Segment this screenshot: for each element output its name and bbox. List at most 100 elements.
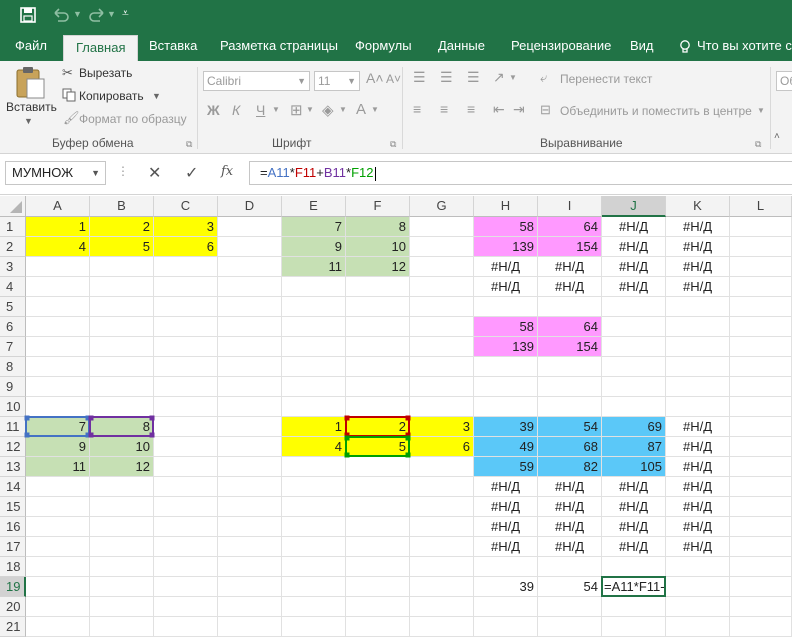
orientation-dropdown-icon[interactable]: ▼ (509, 73, 517, 82)
cancel-icon[interactable]: ✕ (148, 163, 161, 183)
clipboard-launcher-icon[interactable]: ⧉ (186, 139, 192, 150)
cell-h6[interactable]: 58 (474, 317, 538, 337)
cell-d12[interactable] (218, 437, 282, 457)
cell-c4[interactable] (154, 277, 218, 297)
column-header-l[interactable]: L (730, 196, 792, 217)
tab-page-layout[interactable]: Разметка страницы (220, 33, 338, 61)
cell-b8[interactable] (90, 357, 154, 377)
cell-f11[interactable]: 2 (346, 417, 410, 437)
cell-l14[interactable] (730, 477, 792, 497)
align-middle-icon[interactable]: ☰ (440, 69, 453, 86)
paste-dropdown-icon[interactable]: ▼ (24, 116, 33, 126)
cell-c21[interactable] (154, 617, 218, 637)
undo-icon[interactable] (52, 7, 72, 23)
underline-dropdown-icon[interactable]: ▼ (272, 105, 280, 114)
row-header-4[interactable]: 4 (0, 277, 26, 297)
cell-j3[interactable]: #Н/Д (602, 257, 666, 277)
cell-k7[interactable] (666, 337, 730, 357)
cell-g3[interactable] (410, 257, 474, 277)
cell-a2[interactable]: 4 (26, 237, 90, 257)
cell-j2[interactable]: #Н/Д (602, 237, 666, 257)
cell-k4[interactable]: #Н/Д (666, 277, 730, 297)
cell-i11[interactable]: 54 (538, 417, 602, 437)
cell-d14[interactable] (218, 477, 282, 497)
cell-h14[interactable]: #Н/Д (474, 477, 538, 497)
cell-e18[interactable] (282, 557, 346, 577)
cell-b13[interactable]: 12 (90, 457, 154, 477)
cell-i17[interactable]: #Н/Д (538, 537, 602, 557)
cell-k3[interactable]: #Н/Д (666, 257, 730, 277)
cell-b4[interactable] (90, 277, 154, 297)
cell-f7[interactable] (346, 337, 410, 357)
cell-f8[interactable] (346, 357, 410, 377)
cell-l1[interactable] (730, 217, 792, 237)
row-header-14[interactable]: 14 (0, 477, 26, 497)
format-painter-button[interactable]: Формат по образцу (79, 112, 187, 126)
cell-e10[interactable] (282, 397, 346, 417)
number-format-combo[interactable]: Об (776, 71, 792, 91)
cell-f17[interactable] (346, 537, 410, 557)
customize-toolbar-icon[interactable]: ⩡ (122, 6, 129, 21)
cell-h18[interactable] (474, 557, 538, 577)
cell-j1[interactable]: #Н/Д (602, 217, 666, 237)
cell-f15[interactable] (346, 497, 410, 517)
alignment-launcher-icon[interactable]: ⧉ (755, 139, 761, 150)
align-right-icon[interactable]: ≡ (467, 101, 475, 117)
column-header-a[interactable]: A (26, 196, 90, 217)
wrap-text-button[interactable]: Перенести текст (560, 72, 652, 86)
copy-dropdown-icon[interactable]: ▼ (152, 91, 161, 101)
cell-k20[interactable] (666, 597, 730, 617)
cell-l9[interactable] (730, 377, 792, 397)
collapse-ribbon-icon[interactable]: ˄ (774, 131, 780, 142)
redo-dropdown-icon[interactable]: ▼ (107, 9, 116, 19)
cell-c8[interactable] (154, 357, 218, 377)
cell-a21[interactable] (26, 617, 90, 637)
cell-l20[interactable] (730, 597, 792, 617)
cell-i1[interactable]: 64 (538, 217, 602, 237)
cell-c3[interactable] (154, 257, 218, 277)
cell-d21[interactable] (218, 617, 282, 637)
cell-h19[interactable]: 39 (474, 577, 538, 597)
cell-g13[interactable] (410, 457, 474, 477)
tell-me-search[interactable]: Что вы хотите сде (697, 33, 792, 61)
cell-h1[interactable]: 58 (474, 217, 538, 237)
cell-g8[interactable] (410, 357, 474, 377)
cell-g14[interactable] (410, 477, 474, 497)
insert-function-icon[interactable]: fx (221, 164, 233, 179)
cell-i19[interactable]: 54 (538, 577, 602, 597)
cell-e20[interactable] (282, 597, 346, 617)
cell-f2[interactable]: 10 (346, 237, 410, 257)
cell-c18[interactable] (154, 557, 218, 577)
row-header-7[interactable]: 7 (0, 337, 26, 357)
row-header-9[interactable]: 9 (0, 377, 26, 397)
cell-l21[interactable] (730, 617, 792, 637)
cell-b7[interactable] (90, 337, 154, 357)
cell-h4[interactable]: #Н/Д (474, 277, 538, 297)
decrease-font-icon[interactable]: A˅ (386, 72, 401, 86)
cell-j19[interactable]: =A11*F11- (602, 577, 666, 597)
cell-g18[interactable] (410, 557, 474, 577)
cell-j11[interactable]: 69 (602, 417, 666, 437)
cell-i7[interactable]: 154 (538, 337, 602, 357)
cell-d2[interactable] (218, 237, 282, 257)
cell-f12[interactable]: 5 (346, 437, 410, 457)
cell-i3[interactable]: #Н/Д (538, 257, 602, 277)
cell-b1[interactable]: 2 (90, 217, 154, 237)
cell-g1[interactable] (410, 217, 474, 237)
column-header-e[interactable]: E (282, 196, 346, 217)
cell-c17[interactable] (154, 537, 218, 557)
cell-g5[interactable] (410, 297, 474, 317)
cell-l11[interactable] (730, 417, 792, 437)
tab-view[interactable]: Вид (630, 33, 654, 61)
cell-g21[interactable] (410, 617, 474, 637)
increase-indent-icon[interactable]: ⇥ (513, 101, 525, 118)
row-header-11[interactable]: 11 (0, 417, 26, 437)
cell-j4[interactable]: #Н/Д (602, 277, 666, 297)
cell-d13[interactable] (218, 457, 282, 477)
cell-e4[interactable] (282, 277, 346, 297)
merge-center-button[interactable]: Объединить и поместить в центре (560, 104, 752, 118)
row-header-20[interactable]: 20 (0, 597, 26, 617)
row-header-17[interactable]: 17 (0, 537, 26, 557)
cell-e5[interactable] (282, 297, 346, 317)
cell-i12[interactable]: 68 (538, 437, 602, 457)
